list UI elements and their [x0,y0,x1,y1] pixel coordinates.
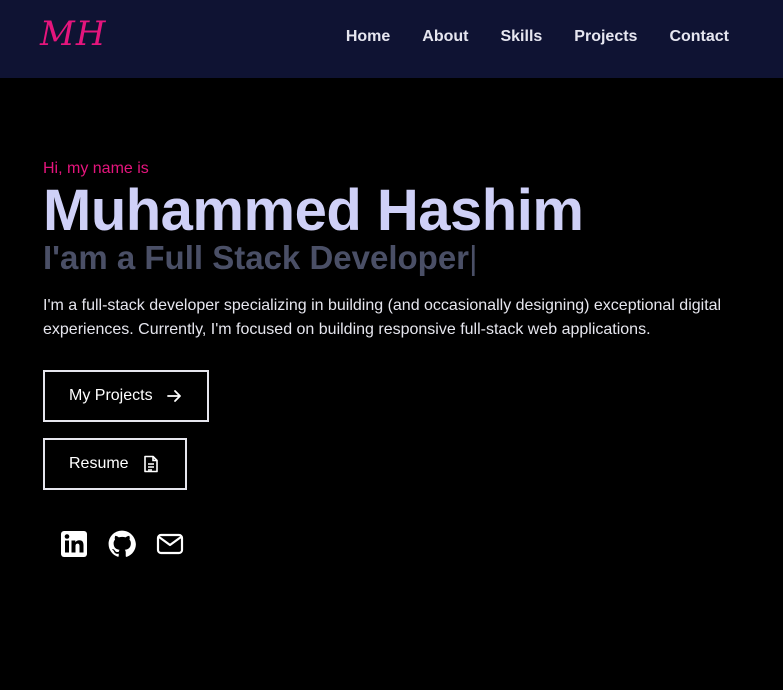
resume-button[interactable]: Resume [43,438,187,490]
hero-section: Hi, my name is Muhammed Hashim I'am a Fu… [43,160,763,342]
my-projects-label: My Projects [69,387,153,404]
nav-link-about[interactable]: About [422,28,468,46]
social-links [60,530,184,558]
resume-label: Resume [69,455,129,472]
hero-intro: I'm a full-stack developer specializing … [43,297,722,338]
mail-icon[interactable] [156,530,184,558]
linkedin-icon[interactable] [60,530,88,558]
typing-cursor: | [469,239,478,276]
hero-greeting: Hi, my name is [43,160,149,177]
nav-links: Home About Skills Projects Contact [314,28,729,46]
nav-link-skills[interactable]: Skills [500,28,542,46]
hero-role: I'am a Full Stack Developer [43,239,470,276]
github-icon[interactable] [108,530,136,558]
hero-name: Muhammed Hashim [43,178,584,243]
nav-link-home[interactable]: Home [346,28,390,46]
site-logo[interactable]: MH [40,14,106,54]
nav-link-contact[interactable]: Contact [669,28,729,46]
my-projects-button[interactable]: My Projects [43,370,209,422]
navbar: MH Home About Skills Projects Contact [0,0,783,78]
document-icon [143,455,159,473]
arrow-right-icon [166,389,183,403]
hero-role-line: I'am a Full Stack Developer| [43,238,763,278]
nav-link-projects[interactable]: Projects [574,28,637,46]
